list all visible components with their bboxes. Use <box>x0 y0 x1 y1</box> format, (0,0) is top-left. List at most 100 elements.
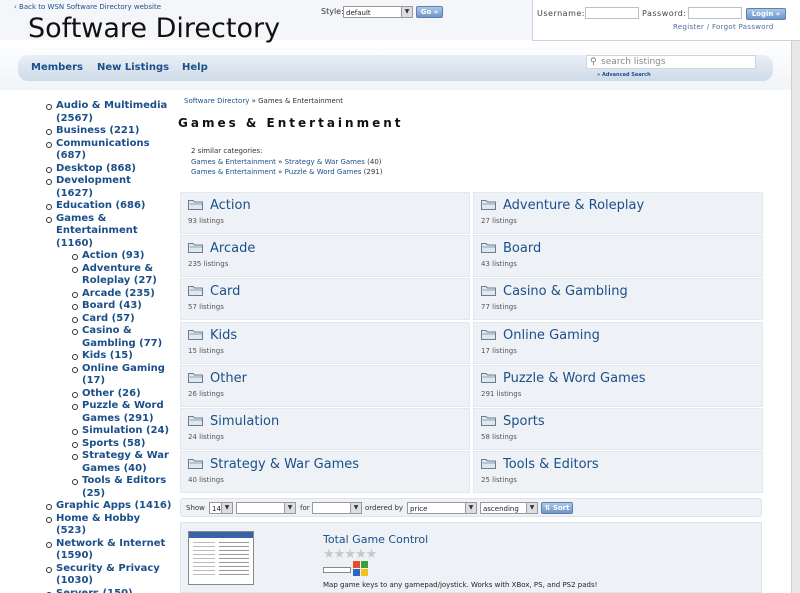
sidebar-category[interactable]: Business (221) <box>56 125 139 138</box>
listing-thumbnail[interactable] <box>188 531 254 585</box>
subcategory-link[interactable]: Board <box>503 241 541 256</box>
sidebar-subcategory[interactable]: Casino & Gambling (77) <box>82 325 162 350</box>
listing-count: 57 listings <box>188 303 224 312</box>
folder-icon <box>481 243 496 254</box>
folder-icon <box>481 329 496 340</box>
forgot-password-link[interactable]: Forgot Password <box>712 23 774 31</box>
sidebar-category[interactable]: Games & Entertainment (1160) <box>56 213 138 251</box>
list-bullet <box>46 566 52 573</box>
chevron-down-icon: ▼ <box>401 7 412 17</box>
sidebar-category[interactable]: Communications (687) <box>56 138 150 163</box>
register-link[interactable]: Register <box>673 23 704 31</box>
list-bullet <box>72 441 78 448</box>
windows-icon <box>353 561 369 577</box>
page-title: Games & Entertainment <box>178 116 404 130</box>
subcategory-link[interactable]: Other <box>210 371 247 386</box>
back-link[interactable]: ‹ Back to WSN Software Directory website <box>14 3 161 11</box>
subcategory-link[interactable]: Arcade <box>210 241 255 256</box>
sidebar-subcategory[interactable]: Tools & Editors (25) <box>82 475 166 500</box>
link-separator: / <box>706 23 710 31</box>
direction-select[interactable]: ascending ▼ <box>480 502 538 514</box>
sidebar-subcategory[interactable]: Puzzle & Word Games (291) <box>82 400 164 425</box>
sidebar-category[interactable]: Security & Privacy (1030) <box>56 563 160 588</box>
list-bullet <box>72 366 78 373</box>
subcategory-link[interactable]: Action <box>210 198 251 213</box>
listing-count: 24 listings <box>188 433 224 441</box>
subcategory-cell: Board 43 listings <box>473 235 763 278</box>
subcategory-link[interactable]: Sports <box>503 414 545 429</box>
similar-category-link[interactable]: Puzzle & Word Games <box>285 168 362 176</box>
sidebar-category[interactable]: Audio & Multimedia (2567) <box>56 100 167 125</box>
show-label: Show <box>186 504 205 512</box>
login-button[interactable]: Login » <box>746 8 786 20</box>
subcategory-link[interactable]: Simulation <box>210 414 279 429</box>
folder-icon <box>481 416 496 426</box>
go-button[interactable]: Go » <box>416 6 443 18</box>
order-select[interactable]: price ▼ <box>407 502 477 514</box>
sidebar-subcategory[interactable]: Arcade (235) <box>82 288 155 301</box>
subcategory-link[interactable]: Casino & Gambling <box>503 284 628 299</box>
subcategory-link[interactable]: Adventure & Roleplay <box>503 198 644 213</box>
folder-icon <box>481 372 496 383</box>
username-input[interactable] <box>585 7 639 19</box>
sidebar-category[interactable]: Home & Hobby (523) <box>56 513 140 538</box>
listing-count: 235 listings <box>188 260 229 269</box>
similar-path-link[interactable]: Games & Entertainment <box>191 158 276 166</box>
subcategory-link[interactable]: Puzzle & Word Games <box>503 371 646 386</box>
sidebar-subcategory[interactable]: Card (57) <box>82 313 135 326</box>
subcategory-link[interactable]: Kids <box>210 328 237 343</box>
list-bullet <box>46 104 52 110</box>
sidebar-subcategory[interactable]: Simulation (24) <box>82 425 169 438</box>
similar-path-link[interactable]: Games & Entertainment <box>191 168 276 176</box>
for-select[interactable]: ▼ <box>312 502 362 514</box>
sidebar-subcategory[interactable]: Strategy & War Games (40) <box>82 450 169 475</box>
advanced-search-link[interactable]: » Advanced Search <box>597 72 651 78</box>
sidebar-subcategory[interactable]: Sports (58) <box>82 438 145 451</box>
sidebar-subcategory[interactable]: Board (43) <box>82 300 142 313</box>
listing-title[interactable]: Total Game Control <box>323 533 428 546</box>
subcategory-cell: Puzzle & Word Games 291 listings <box>473 364 763 407</box>
subcategory-link[interactable]: Online Gaming <box>503 328 600 343</box>
sidebar-subcategory[interactable]: Action (93) <box>82 250 144 263</box>
listing-count: 93 listings <box>188 217 224 225</box>
sidebar-category[interactable]: Education (686) <box>56 200 145 213</box>
breadcrumb-root[interactable]: Software Directory <box>184 97 249 105</box>
nav-members[interactable]: Members <box>31 62 83 73</box>
nav-help[interactable]: Help <box>182 62 208 73</box>
subcategory-cell: Adventure & Roleplay 27 listings <box>473 192 763 234</box>
sidebar-subcategory[interactable]: Adventure & Roleplay (27) <box>82 263 157 288</box>
similar-sep: » <box>278 157 283 166</box>
sidebar-category[interactable]: Servers (150) <box>56 588 133 593</box>
filter-select[interactable]: ▼ <box>236 502 296 514</box>
list-bullet <box>72 404 78 410</box>
list-bullet <box>72 479 78 485</box>
sidebar-subcategory[interactable]: Online Gaming (17) <box>82 363 165 388</box>
search-input[interactable]: ⚲ search listings <box>586 55 756 69</box>
subcategory-link[interactable]: Tools & Editors <box>503 457 599 472</box>
listing-count: 40 listings <box>188 476 224 485</box>
sidebar-subcategory[interactable]: Kids (15) <box>82 350 133 363</box>
for-label: for <box>300 504 310 512</box>
sidebar-category[interactable]: Graphic Apps (1416) <box>56 500 171 513</box>
list-bullet <box>72 454 78 460</box>
folder-icon <box>188 372 203 383</box>
login-box: Username: Password: Login » Register / F… <box>532 0 800 41</box>
password-input[interactable] <box>688 7 742 19</box>
sidebar-subcategory[interactable]: Other (26) <box>82 388 141 401</box>
subcategory-cell: Online Gaming 17 listings <box>473 321 763 364</box>
similar-category-link[interactable]: Strategy & War Games <box>285 158 365 166</box>
similar-sep: » <box>278 168 283 176</box>
sidebar-category[interactable]: Network & Internet (1590) <box>56 538 165 563</box>
similar-item: Games & Entertainment » Strategy & War G… <box>191 157 382 168</box>
sidebar-category[interactable]: Development (1627) <box>56 175 131 200</box>
subcategory-link[interactable]: Strategy & War Games <box>210 457 359 472</box>
style-select[interactable]: default ▼ <box>343 6 413 18</box>
vertical-scrollbar[interactable] <box>791 0 800 593</box>
search-placeholder: search listings <box>601 57 666 67</box>
show-select[interactable]: 14 ▼ <box>209 502 233 514</box>
subcategory-cell: Casino & Gambling 77 listings <box>473 278 763 321</box>
sidebar-category[interactable]: Desktop (868) <box>56 163 136 176</box>
sort-button[interactable]: ⇅ Sort <box>541 502 573 514</box>
nav-new-listings[interactable]: New Listings <box>97 62 169 73</box>
subcategory-link[interactable]: Card <box>210 284 240 299</box>
